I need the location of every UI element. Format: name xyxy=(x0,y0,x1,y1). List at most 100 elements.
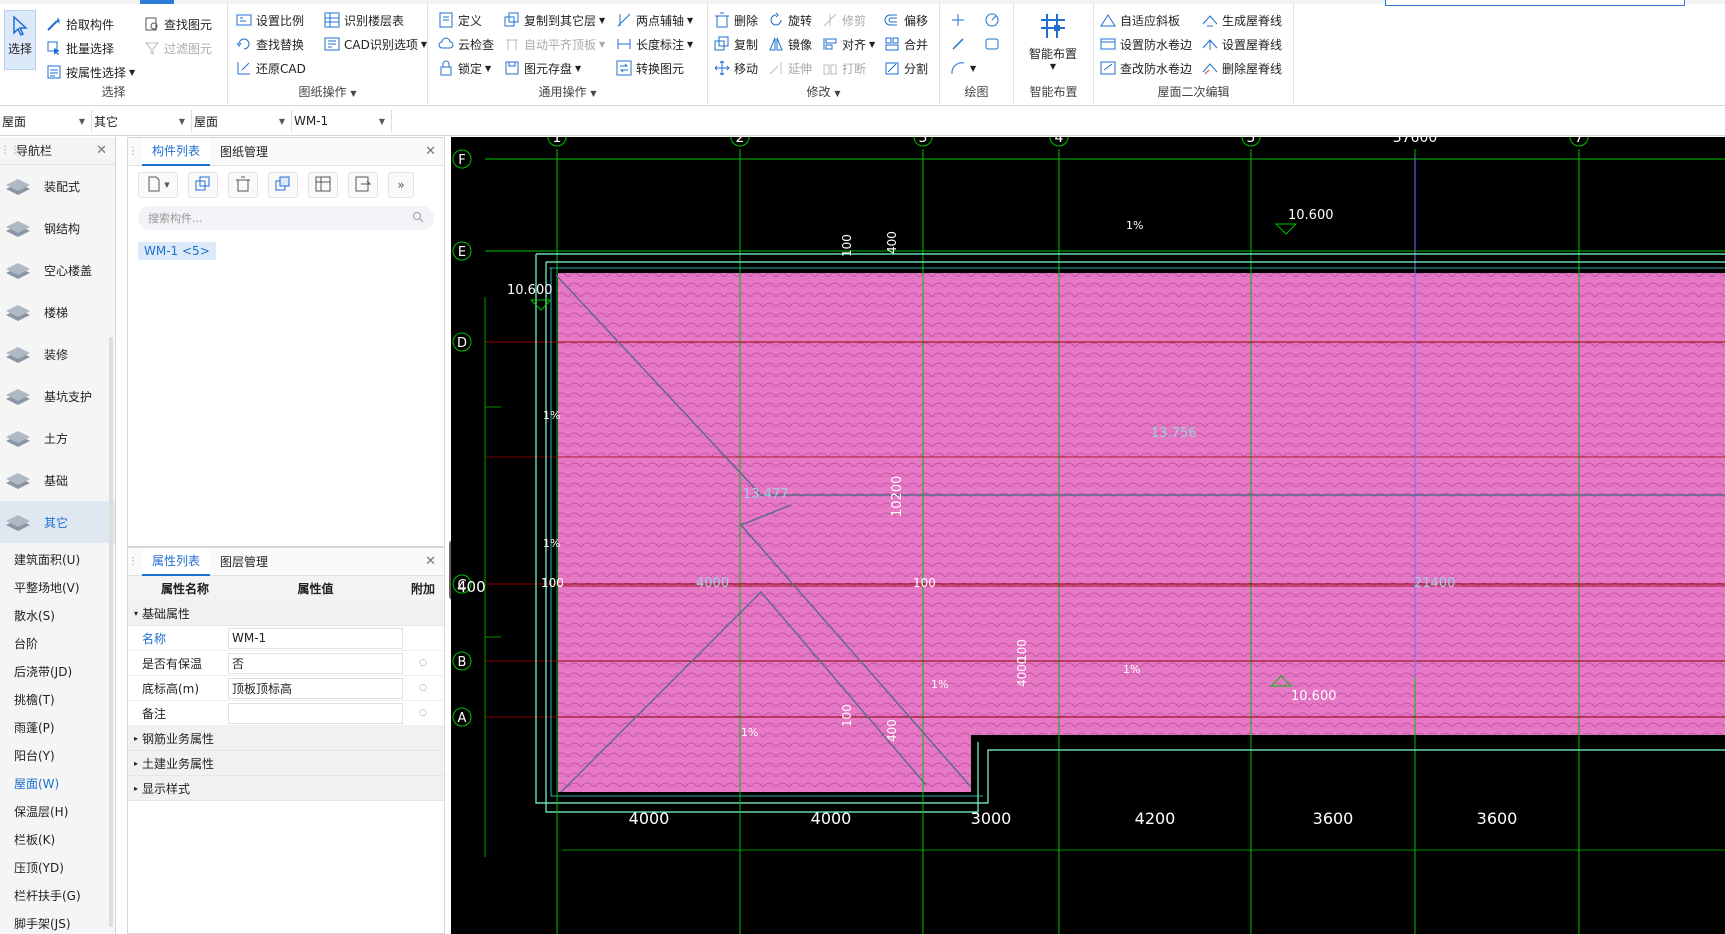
break-button[interactable]: 打断 xyxy=(822,57,866,79)
gen-ridge-button[interactable]: 生成屋脊线 xyxy=(1202,9,1282,31)
sidebar-item-1[interactable]: 平整场地(V) xyxy=(0,573,115,601)
set-waterproof-button[interactable]: 设置防水卷边 xyxy=(1100,33,1192,55)
nav-category-7[interactable]: 基础 xyxy=(0,459,115,501)
sidebar-item-6[interactable]: 雨蓬(P) xyxy=(0,713,115,741)
trim-button[interactable]: 修剪 xyxy=(822,9,866,31)
sidebar-item-3[interactable]: 台阶 xyxy=(0,629,115,657)
select-button[interactable]: 选择 xyxy=(4,10,36,70)
close-icon[interactable]: ✕ xyxy=(96,143,107,158)
filter-element-button[interactable]: 过滤图元 xyxy=(144,37,212,59)
tab-attribute-list[interactable]: 属性列表 xyxy=(142,547,211,576)
new-component-button[interactable]: ▼ xyxy=(138,172,178,198)
adaptive-slope-button[interactable]: 自适应斜板 xyxy=(1100,9,1180,31)
sidebar-item-9[interactable]: 保温层(H) xyxy=(0,797,115,825)
roof-slab[interactable] xyxy=(558,273,1725,792)
sidebar-item-0[interactable]: 建筑面积(U) xyxy=(0,545,115,573)
drawing-group-title[interactable]: 图纸操作 ▼ xyxy=(228,83,427,100)
extend-button[interactable]: 延伸 xyxy=(768,57,812,79)
close-icon[interactable]: ✕ xyxy=(425,144,436,159)
nav-category-6[interactable]: 土方 xyxy=(0,417,115,459)
select-by-attr-button[interactable]: 按属性选择 ▼ xyxy=(46,61,135,83)
export-button[interactable] xyxy=(348,172,378,198)
general-group-title[interactable]: 通用操作 ▼ xyxy=(428,83,707,100)
rotate-button[interactable]: 旋转 xyxy=(768,9,812,31)
copy-to-other-layer-button[interactable]: 复制到其它层 ▼ xyxy=(504,9,605,31)
set-scale-button[interactable]: 设置比例 xyxy=(236,9,304,31)
property-value-input[interactable]: 顶板顶标高 xyxy=(228,677,403,699)
find-element-button[interactable]: 查找图元 xyxy=(144,13,212,35)
property-value-input[interactable] xyxy=(228,702,403,724)
split-button[interactable]: 分割 xyxy=(884,57,928,79)
offset-button[interactable]: 偏移 xyxy=(884,9,928,31)
type-dropdown[interactable]: 屋面 ▼ xyxy=(192,110,292,132)
del-ridge-button[interactable]: 删除屋脊线 xyxy=(1202,57,1282,79)
sidebar-item-5[interactable]: 挑檐(T) xyxy=(0,685,115,713)
cad-drawing-canvas[interactable]: 1 2 3 4 5 37600 7 F E D C B A 4000 4000 3000 4200 3600 360… xyxy=(451,137,1725,934)
lock-button[interactable]: 锁定 ▼ xyxy=(438,57,491,79)
nav-category-5[interactable]: 基坑支护 xyxy=(0,375,115,417)
pick-component-button[interactable]: 拾取构件 xyxy=(46,13,114,35)
circle-draw-button[interactable] xyxy=(984,9,1004,31)
section-collapsed[interactable]: ▸ 钢筋业务属性 xyxy=(128,726,444,751)
component-dropdown[interactable]: WM-1 ▼ xyxy=(292,110,392,132)
grip-icon[interactable]: ⋮⋮ xyxy=(128,556,148,567)
attach-checkbox[interactable]: ○ xyxy=(403,708,443,718)
copy-component-button[interactable] xyxy=(188,172,218,198)
property-value-input[interactable]: WM-1 xyxy=(228,627,403,649)
modify-group-title[interactable]: 修改 ▼ xyxy=(708,83,939,100)
sidebar-item-12[interactable]: 栏杆扶手(G) xyxy=(0,881,115,909)
tab-component-list[interactable]: 构件列表 xyxy=(142,137,211,166)
two-point-axis-button[interactable]: 两点辅轴 ▼ xyxy=(616,9,693,31)
align-button[interactable]: 对齐 ▼ xyxy=(822,33,875,55)
auto-flat-button[interactable]: 自动平齐顶板 ▼ xyxy=(504,33,605,55)
save-element-button[interactable]: 图元存盘 ▼ xyxy=(504,57,581,79)
more-button[interactable]: » xyxy=(388,172,414,198)
nav-category-0[interactable]: 装配式 xyxy=(0,165,115,207)
section-collapsed[interactable]: ▸ 土建业务属性 xyxy=(128,751,444,776)
cloud-check-button[interactable]: 云检查 xyxy=(438,33,494,55)
cad-options-button[interactable]: CAD识别选项 ▼ xyxy=(324,33,427,55)
tab-layer-management[interactable]: 图层管理 xyxy=(210,548,278,576)
length-dim-button[interactable]: 长度标注 ▼ xyxy=(616,33,693,55)
point-draw-button[interactable] xyxy=(950,9,970,31)
attach-checkbox[interactable]: ○ xyxy=(403,658,443,668)
restore-cad-button[interactable]: 还原CAD xyxy=(236,57,306,79)
section-collapsed[interactable]: ▸ 显示样式 xyxy=(128,776,444,801)
convert-element-button[interactable]: 转换图元 xyxy=(616,57,684,79)
rect-draw-button[interactable] xyxy=(984,33,1004,55)
attach-checkbox[interactable]: ○ xyxy=(403,683,443,693)
recognize-floor-button[interactable]: 识别楼层表 xyxy=(324,9,404,31)
nav-category-2[interactable]: 空心楼盖 xyxy=(0,249,115,291)
nav-category-3[interactable]: 楼梯 xyxy=(0,291,115,333)
property-button[interactable] xyxy=(308,172,338,198)
line-draw-button[interactable] xyxy=(950,33,970,55)
sidebar-item-8[interactable]: 屋面(W) xyxy=(0,769,115,797)
floor-dropdown[interactable]: 屋面 ▼ xyxy=(0,110,92,132)
sidebar-item-10[interactable]: 栏板(K) xyxy=(0,825,115,853)
sidebar-item-11[interactable]: 压顶(YD) xyxy=(0,853,115,881)
define-button[interactable]: 定义 xyxy=(438,9,482,31)
nav-category-8[interactable]: 其它 xyxy=(0,501,115,543)
component-search-input[interactable]: 搜索构件... xyxy=(138,206,434,230)
arc-draw-button[interactable]: ▼ xyxy=(950,57,976,79)
batch-select-button[interactable]: 批量选择 xyxy=(46,37,114,59)
delete-button[interactable]: 删除 xyxy=(714,9,758,31)
title-search-box[interactable] xyxy=(1385,0,1685,6)
merge-button[interactable]: 合并 xyxy=(884,33,928,55)
sidebar-item-4[interactable]: 后浇带(JD) xyxy=(0,657,115,685)
find-replace-button[interactable]: 查找替换 xyxy=(236,33,304,55)
property-value-input[interactable]: 否 xyxy=(228,652,403,674)
nav-category-4[interactable]: 装修 xyxy=(0,333,115,375)
cad-drawing[interactable]: 1 2 3 4 5 37600 7FEDCBA4000 4000 3000 4200 3600 360… xyxy=(451,137,1725,934)
grip-icon[interactable]: ⋮⋮ xyxy=(0,145,20,156)
category-dropdown[interactable]: 其它 ▼ xyxy=(92,110,192,132)
component-item[interactable]: WM-1 <5> xyxy=(138,242,216,260)
section-basic-attributes[interactable]: ▾ 基础属性 xyxy=(128,601,444,626)
tab-drawing-management[interactable]: 图纸管理 xyxy=(210,138,278,166)
sidebar-item-13[interactable]: 脚手架(JS) xyxy=(0,909,115,934)
nav-category-1[interactable]: 钢结构 xyxy=(0,207,115,249)
set-ridge-button[interactable]: 设置屋脊线 xyxy=(1202,33,1282,55)
sidebar-item-7[interactable]: 阳台(Y) xyxy=(0,741,115,769)
sidebar-item-2[interactable]: 散水(S) xyxy=(0,601,115,629)
layer-copy-button[interactable] xyxy=(268,172,298,198)
